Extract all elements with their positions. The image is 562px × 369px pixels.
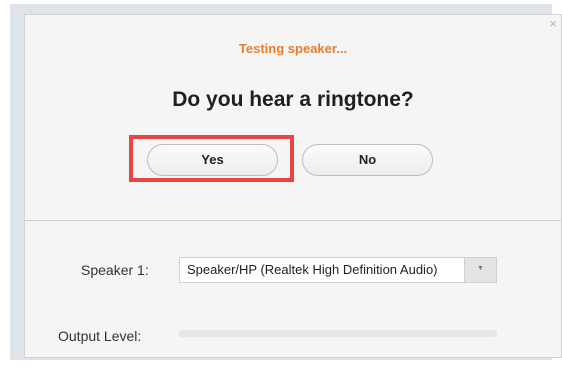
close-icon[interactable]: × <box>549 16 557 32</box>
no-button[interactable]: No <box>302 144 433 176</box>
chevron-down-icon[interactable]: ▼ <box>464 258 496 282</box>
output-level-label: Output Level: <box>58 328 142 344</box>
yes-button[interactable]: Yes <box>147 144 278 176</box>
output-level-meter <box>179 330 497 337</box>
speaker-select[interactable]: Speaker/HP (Realtek High Definition Audi… <box>179 257 497 283</box>
speaker-label: Speaker 1: <box>81 262 149 278</box>
section-divider <box>25 220 561 221</box>
speaker-test-dialog: × Testing speaker... Do you hear a ringt… <box>24 14 562 358</box>
testing-status: Testing speaker... <box>238 41 348 56</box>
ringtone-question: Do you hear a ringtone? <box>172 88 414 111</box>
speaker-selected-value: Speaker/HP (Realtek High Definition Audi… <box>187 262 438 277</box>
